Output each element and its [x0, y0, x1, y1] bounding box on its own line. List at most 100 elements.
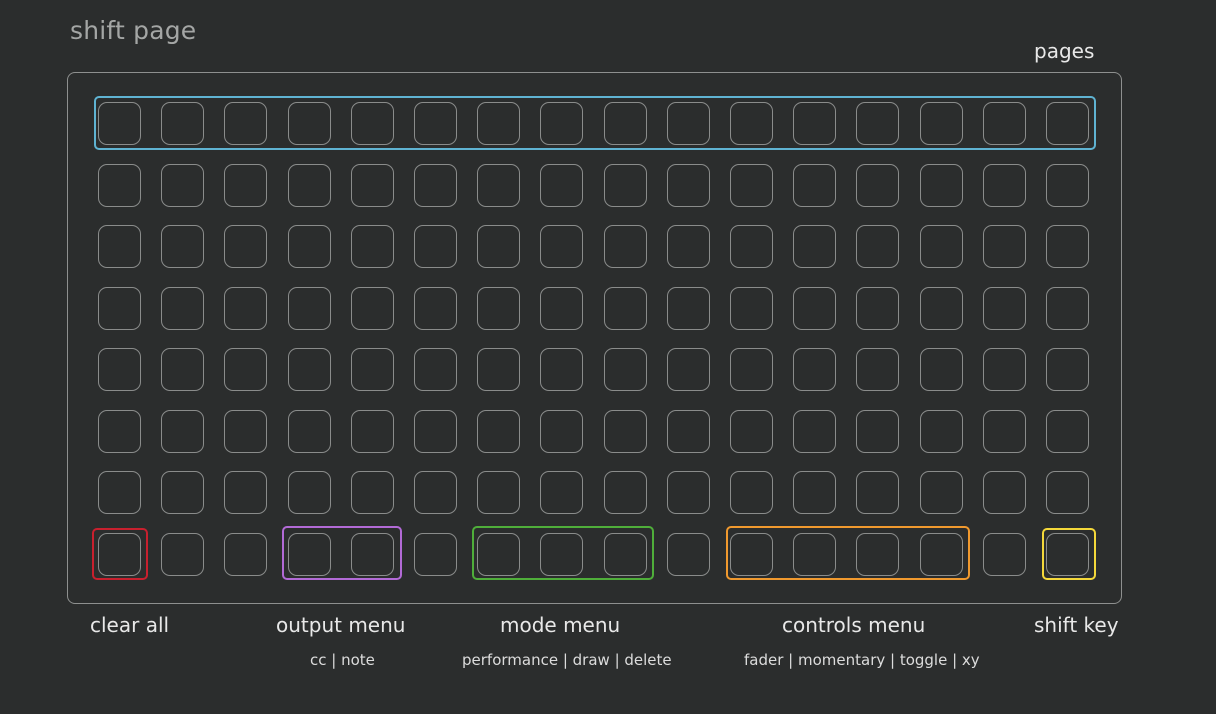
grid-pad[interactable] [414, 286, 457, 330]
grid-pad[interactable] [603, 163, 647, 207]
grid-pad[interactable] [540, 225, 584, 268]
grid-pad[interactable] [982, 348, 1026, 391]
grid-pad[interactable] [666, 471, 710, 514]
grid-pad[interactable] [287, 348, 331, 391]
grid-pad[interactable] [730, 286, 773, 330]
grid-pad[interactable] [477, 348, 521, 391]
grid-pad[interactable] [793, 163, 837, 207]
grid-pad[interactable] [1046, 286, 1089, 330]
grid-pad[interactable] [730, 163, 773, 207]
grid-pad[interactable] [161, 471, 205, 514]
grid-pad[interactable] [161, 225, 205, 268]
grid-pad[interactable] [856, 409, 900, 453]
grid-pad[interactable] [161, 163, 205, 207]
grid-pad[interactable] [1046, 348, 1089, 391]
grid-pad[interactable] [919, 409, 963, 453]
grid-pad[interactable] [224, 286, 268, 330]
grid-pad[interactable] [224, 409, 268, 453]
grid-pad[interactable] [414, 409, 457, 453]
grid-pad[interactable] [666, 225, 710, 268]
grid-pad[interactable] [287, 409, 331, 453]
grid-pad[interactable] [350, 225, 394, 268]
grid-pad[interactable] [414, 471, 457, 514]
grid-pad[interactable] [287, 286, 331, 330]
grid-pad[interactable] [350, 348, 394, 391]
grid-pad[interactable] [666, 532, 710, 576]
grid-pad[interactable] [793, 348, 837, 391]
grid-pad[interactable] [919, 163, 963, 207]
grid-pad[interactable] [603, 286, 647, 330]
grid-pad[interactable] [224, 163, 268, 207]
grid-pad[interactable] [287, 225, 331, 268]
grid-pad[interactable] [540, 409, 584, 453]
grid-pad[interactable] [98, 286, 141, 330]
grid-pad[interactable] [603, 348, 647, 391]
grid-pad[interactable] [414, 225, 457, 268]
grid-pad[interactable] [287, 471, 331, 514]
grid-pad[interactable] [793, 286, 837, 330]
grid-pad[interactable] [666, 163, 710, 207]
grid-pad[interactable] [224, 471, 268, 514]
grid-pad[interactable] [1046, 225, 1089, 268]
grid-pad[interactable] [98, 409, 141, 453]
grid-pad[interactable] [1046, 163, 1089, 207]
grid-pad[interactable] [350, 163, 394, 207]
grid-pad[interactable] [540, 348, 584, 391]
grid-pad[interactable] [793, 409, 837, 453]
grid-pad[interactable] [666, 348, 710, 391]
grid-pad[interactable] [856, 348, 900, 391]
grid-pad[interactable] [856, 471, 900, 514]
grid-pad[interactable] [730, 471, 773, 514]
grid-pad[interactable] [856, 286, 900, 330]
grid-pad[interactable] [224, 348, 268, 391]
grid-pad[interactable] [414, 348, 457, 391]
grid-pad[interactable] [982, 532, 1026, 576]
grid-pad[interactable] [540, 471, 584, 514]
grid-pad[interactable] [477, 471, 521, 514]
grid-pad[interactable] [350, 286, 394, 330]
grid-pad[interactable] [477, 286, 521, 330]
grid-pad[interactable] [161, 409, 205, 453]
grid-pad[interactable] [287, 163, 331, 207]
grid-pad[interactable] [730, 409, 773, 453]
grid-pad[interactable] [603, 409, 647, 453]
grid-pad[interactable] [161, 532, 205, 576]
grid-pad[interactable] [98, 225, 141, 268]
grid-pad[interactable] [477, 163, 521, 207]
grid-pad[interactable] [982, 286, 1026, 330]
grid-pad[interactable] [919, 225, 963, 268]
grid-pad[interactable] [98, 348, 141, 391]
grid-pad[interactable] [477, 225, 521, 268]
grid-pad[interactable] [414, 532, 457, 576]
grid-pad[interactable] [793, 225, 837, 268]
grid-pad[interactable] [540, 163, 584, 207]
grid-pad[interactable] [730, 348, 773, 391]
grid-pad[interactable] [350, 409, 394, 453]
grid-pad[interactable] [414, 163, 457, 207]
grid-pad[interactable] [982, 225, 1026, 268]
grid-pad[interactable] [919, 286, 963, 330]
grid-pad[interactable] [982, 471, 1026, 514]
grid-pad[interactable] [98, 471, 141, 514]
grid-pad[interactable] [161, 286, 205, 330]
grid-pad[interactable] [603, 225, 647, 268]
grid-pad[interactable] [793, 471, 837, 514]
grid-pad[interactable] [1046, 409, 1089, 453]
grid-pad[interactable] [730, 225, 773, 268]
grid-pad[interactable] [161, 348, 205, 391]
grid-pad[interactable] [224, 532, 268, 576]
grid-pad[interactable] [982, 409, 1026, 453]
grid-pad[interactable] [1046, 471, 1089, 514]
grid-pad[interactable] [919, 471, 963, 514]
grid-pad[interactable] [919, 348, 963, 391]
grid-pad[interactable] [540, 286, 584, 330]
grid-pad[interactable] [477, 409, 521, 453]
grid-pad[interactable] [666, 409, 710, 453]
grid-pad[interactable] [666, 286, 710, 330]
grid-pad[interactable] [98, 163, 141, 207]
grid-pad[interactable] [856, 163, 900, 207]
grid-pad[interactable] [856, 225, 900, 268]
grid-pad[interactable] [350, 471, 394, 514]
grid-pad[interactable] [982, 163, 1026, 207]
grid-pad[interactable] [224, 225, 268, 268]
